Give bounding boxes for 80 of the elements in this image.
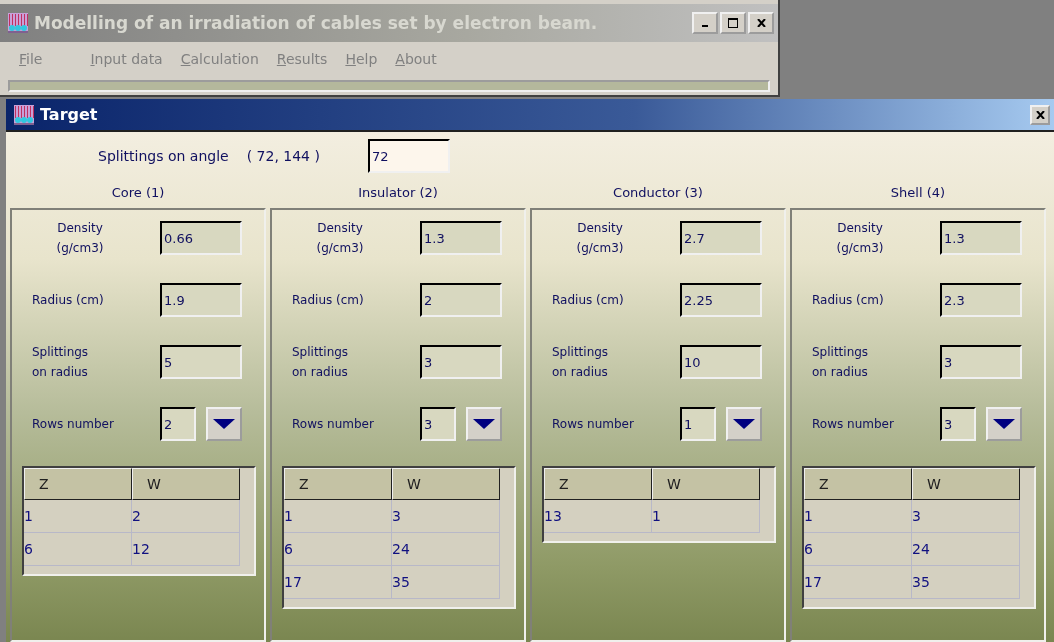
input-field[interactable]: 5 (160, 345, 242, 379)
close-icon (1035, 110, 1045, 119)
close-button[interactable] (1030, 104, 1050, 125)
field-label: Radius (cm) (32, 292, 105, 309)
table-cell[interactable]: 1 (652, 500, 760, 533)
input-field[interactable]: 1 (680, 407, 716, 441)
caret-icon (993, 419, 1015, 429)
table-cell[interactable]: 24 (912, 533, 1020, 566)
app-icon (8, 13, 28, 33)
table-cell[interactable]: 35 (392, 566, 500, 599)
input-field[interactable]: 1.3 (420, 221, 502, 255)
field-label: Radius (cm) (552, 292, 625, 309)
field-label: Rows number (32, 416, 115, 433)
close-icon (756, 19, 766, 27)
column-header[interactable]: Z (284, 468, 392, 500)
range-text: ( 72, 144 ) (246, 148, 320, 164)
table-cell[interactable]: 3 (912, 500, 1020, 533)
group-heading: Shell (4) (889, 184, 947, 202)
dropdown-button[interactable] (206, 407, 242, 441)
table-cell[interactable]: 35 (912, 566, 1020, 599)
field-label: Rows number (812, 416, 895, 433)
dropdown-button[interactable] (726, 407, 762, 441)
group-heading: Core (1) (110, 184, 166, 202)
input-field[interactable]: 3 (420, 345, 502, 379)
window-title: Target (40, 105, 98, 124)
field-label: Density (g/cm3) (575, 220, 625, 257)
field-label: Splittings on angle (98, 148, 229, 164)
field-label: Radius (cm) (812, 292, 885, 309)
column-header[interactable]: W (132, 468, 240, 500)
table-cell[interactable]: 1 (24, 500, 132, 533)
input-field[interactable]: 1.9 (160, 283, 242, 317)
field-label: Density (g/cm3) (315, 220, 365, 257)
field-label: Density (g/cm3) (835, 220, 885, 257)
field-label: Splittings on radius (292, 344, 350, 381)
field-label: Splittings on radius (32, 344, 90, 381)
field-label: Rows number (292, 416, 375, 433)
field-label: Splittings on radius (812, 344, 870, 381)
column-header[interactable]: W (912, 468, 1020, 500)
table-cell[interactable]: 12 (132, 533, 240, 566)
maximize-icon (728, 18, 738, 28)
angle-field[interactable]: 72 (367, 139, 450, 173)
group-heading: Insulator (2) (357, 184, 439, 202)
table-cell[interactable]: 6 (804, 533, 912, 566)
caret-icon (733, 419, 755, 429)
table-cell[interactable]: 24 (392, 533, 500, 566)
input-field[interactable]: 2 (160, 407, 196, 441)
input-field[interactable]: 2.3 (940, 283, 1022, 317)
input-field[interactable]: 3 (940, 345, 1022, 379)
table-cell[interactable]: 17 (284, 566, 392, 599)
input-field[interactable]: 1.3 (940, 221, 1022, 255)
app-icon (14, 104, 34, 125)
column-header[interactable]: Z (804, 468, 912, 500)
input-field[interactable]: 2 (420, 283, 502, 317)
input-field[interactable]: 2.25 (680, 283, 762, 317)
table-cell[interactable]: 1 (284, 500, 392, 533)
caret-icon (213, 419, 235, 429)
table-cell[interactable]: 17 (804, 566, 912, 599)
field-label: Density (g/cm3) (55, 220, 105, 257)
column-header[interactable]: Z (24, 468, 132, 500)
table-cell[interactable]: 2 (132, 500, 240, 533)
input-field[interactable]: 3 (940, 407, 976, 441)
column-header[interactable]: Z (544, 468, 652, 500)
table-cell[interactable]: 13 (544, 500, 652, 533)
input-field[interactable]: 2.7 (680, 221, 762, 255)
dropdown-button[interactable] (466, 407, 502, 441)
input-field[interactable]: 3 (420, 407, 456, 441)
field-label: Rows number (552, 416, 635, 433)
column-header[interactable]: W (652, 468, 760, 500)
input-field[interactable]: 0.66 (160, 221, 242, 255)
dropdown-button[interactable] (986, 407, 1022, 441)
table-cell[interactable]: 6 (284, 533, 392, 566)
table-cell[interactable]: 6 (24, 533, 132, 566)
input-field[interactable]: 10 (680, 345, 762, 379)
field-label: Radius (cm) (292, 292, 365, 309)
group-heading: Conductor (3) (612, 184, 704, 202)
caret-icon (473, 419, 495, 429)
field-label: Splittings on radius (552, 344, 610, 381)
column-header[interactable]: W (392, 468, 500, 500)
table-cell[interactable]: 3 (392, 500, 500, 533)
table-cell[interactable]: 1 (804, 500, 912, 533)
